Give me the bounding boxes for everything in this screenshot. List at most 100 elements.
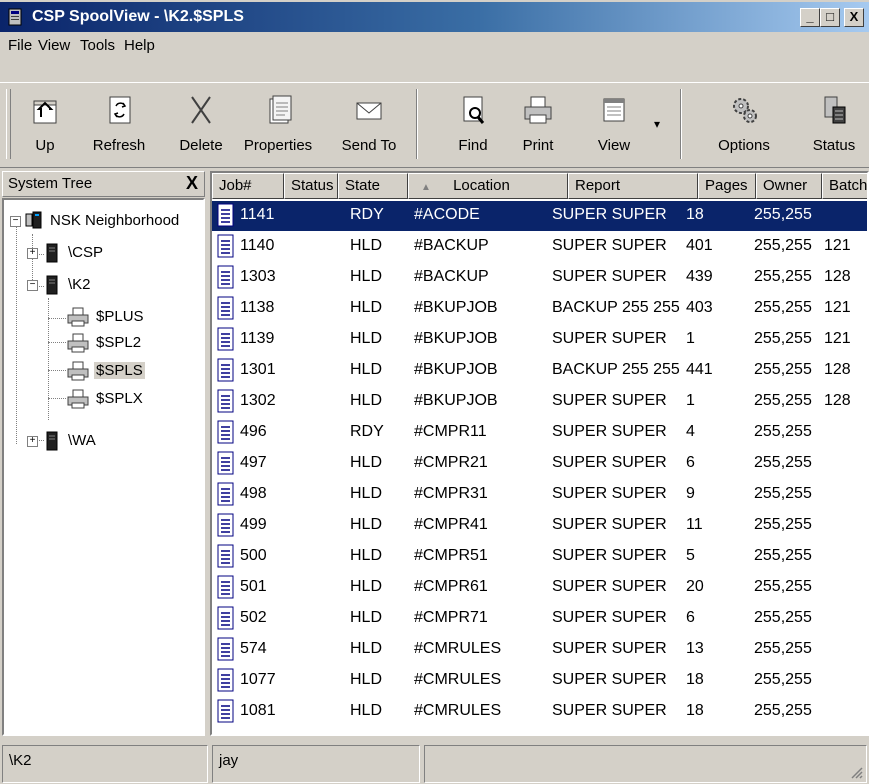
column-header-location[interactable]: ▲ Location [408,173,568,199]
column-header-state[interactable]: State [338,173,408,199]
maximize-button[interactable]: □ [820,8,840,27]
server-icon [46,431,58,451]
cell-state: HLD [350,392,383,409]
view-dropdown-arrow[interactable]: ▾ [654,117,660,131]
tree-close-button[interactable]: X [186,173,198,194]
options-button[interactable]: Options [704,85,784,161]
cell-batch: 128 [824,392,851,409]
cell-job: 1138 [240,299,275,316]
status-extra [424,745,867,783]
expand-icon[interactable]: + [27,436,38,447]
cell-job: 497 [240,454,267,471]
print-button[interactable]: Print [516,85,560,161]
document-icon [217,265,234,289]
status-button[interactable]: Status [802,85,866,161]
find-button[interactable]: Find [436,85,510,161]
table-row[interactable]: 502 HLD #CMPR71 SUPER SUPER 6 255,255 [212,604,867,634]
cell-batch: 121 [824,237,851,254]
table-row[interactable]: 497 HLD #CMPR21 SUPER SUPER 6 255,255 [212,449,867,479]
column-header-job[interactable]: Job# [212,173,284,199]
minimize-button[interactable]: _ [800,8,820,27]
tree-node-spl2[interactable]: $SPL2 [4,332,204,354]
column-header-status[interactable]: Status [284,173,338,199]
cell-pages: 6 [686,609,695,626]
tree-label: NSK Neighborhood [50,212,180,229]
cell-state: HLD [350,454,383,471]
table-row[interactable]: 1138 HLD #BKUPJOB BACKUP 255 255 403 255,255 1… [212,294,867,324]
table-row[interactable]: 500 HLD #CMPR51 SUPER SUPER 5 255,255 [212,542,867,572]
cell-job: 1139 [240,330,275,347]
find-icon [463,96,485,124]
delete-button[interactable]: Delete [170,85,232,161]
network-icon [25,211,42,229]
send-to-button[interactable]: Send To [332,85,406,161]
collapse-icon[interactable]: − [27,280,38,291]
properties-button[interactable]: Properties [236,85,320,161]
menu-help[interactable]: Help [124,37,155,54]
table-row[interactable]: 501 HLD #CMPR61 SUPER SUPER 20 255,255 [212,573,867,603]
table-row[interactable]: 1302 HLD #BKUPJOB SUPER SUPER 1 255,255 128 [212,387,867,417]
table-row[interactable]: 1141 RDY #ACODE SUPER SUPER 18 255,255 [212,201,867,231]
cell-job: 1302 [240,392,276,409]
cell-location: #BACKUP [414,237,489,254]
collapse-icon[interactable]: − [10,216,21,227]
title-bar[interactable]: CSP SpoolView - \K2.$SPLS _ □ X [0,2,869,32]
tree-node-k2[interactable]: − \K2 [4,274,204,296]
close-button[interactable]: X [844,8,864,27]
table-row[interactable]: 496 RDY #CMPR11 SUPER SUPER 4 255,255 [212,418,867,448]
cell-state: HLD [350,268,383,285]
column-header-batch[interactable]: Batch [822,173,867,199]
cell-job: 498 [240,485,267,502]
refresh-button[interactable]: Refresh [80,85,158,161]
tree-label: \WA [68,432,96,449]
cell-report: BACKUP 255 255 [552,361,680,378]
column-header-report[interactable]: Report [568,173,698,199]
status-icon [824,96,846,124]
options-label: Options [718,137,770,154]
menu-view[interactable]: View [38,37,70,54]
table-row[interactable]: 1081 HLD #CMRULES SUPER SUPER 18 255,255 [212,697,867,727]
table-row[interactable]: 498 HLD #CMPR31 SUPER SUPER 9 255,255 [212,480,867,510]
toolbar-separator [416,89,418,159]
toolbar-grip[interactable] [6,89,11,159]
tree-node-nsk-neighborhood[interactable]: − NSK Neighborhood [4,210,204,232]
cell-state: HLD [350,547,383,564]
column-header-pages[interactable]: Pages [698,173,756,199]
table-row[interactable]: 1303 HLD #BACKUP SUPER SUPER 439 255,255 128 [212,263,867,293]
tree-node-csp[interactable]: + \CSP [4,242,204,264]
column-header-owner[interactable]: Owner [756,173,822,199]
cell-state: HLD [350,299,383,316]
table-row[interactable]: 499 HLD #CMPR41 SUPER SUPER 11 255,255 [212,511,867,541]
table-row[interactable]: 1140 HLD #BACKUP SUPER SUPER 401 255,255 121 [212,232,867,262]
tree-node-splx[interactable]: $SPLX [4,388,204,410]
table-row[interactable]: 574 HLD #CMRULES SUPER SUPER 13 255,255 [212,635,867,665]
cell-pages: 18 [686,671,704,688]
tree-node-wa[interactable]: + \WA [4,430,204,452]
cell-pages: 20 [686,578,704,595]
table-row[interactable]: 1139 HLD #BKUPJOB SUPER SUPER 1 255,255 121 [212,325,867,355]
up-button[interactable]: Up [18,85,72,161]
envelope-icon [356,102,382,120]
table-row[interactable]: 1077 HLD #CMRULES SUPER SUPER 18 255,255 [212,666,867,696]
resize-grip-icon[interactable] [848,764,864,780]
cell-owner: 255,255 [754,671,812,688]
cell-owner: 255,255 [754,237,812,254]
cell-location: #CMRULES [414,702,502,719]
status-label: Status [812,137,856,154]
document-icon [217,513,234,537]
tree-label: $SPLX [96,390,143,407]
cell-owner: 255,255 [754,206,812,223]
properties-icon [269,95,292,124]
tree-node-plus[interactable]: $PLUS [4,306,204,328]
tree-node-spls[interactable]: $SPLS [4,360,204,382]
menu-tools[interactable]: Tools [80,37,115,54]
cell-report: SUPER SUPER [552,423,667,440]
menu-file[interactable]: File [8,37,32,54]
cell-job: 500 [240,547,267,564]
table-row[interactable]: 1301 HLD #BKUPJOB BACKUP 255 255 441 255,255 1… [212,356,867,386]
cell-pages: 18 [686,702,704,719]
cell-report: SUPER SUPER [552,485,667,502]
view-button[interactable]: View [582,85,646,161]
expand-icon[interactable]: + [27,248,38,259]
cell-owner: 255,255 [754,516,812,533]
